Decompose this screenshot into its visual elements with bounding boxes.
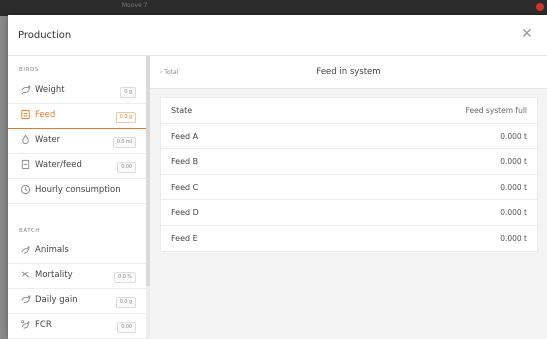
value-badge: 0.00 bbox=[117, 162, 136, 173]
table-header-row: State Feed system full bbox=[161, 98, 537, 124]
row-value: 0.000 t bbox=[500, 208, 527, 217]
value-badge: 0.00 bbox=[117, 322, 136, 333]
title-bar: Moove 7 bbox=[0, 0, 547, 16]
row-name: Feed C bbox=[171, 182, 199, 192]
row-value: 0.000 t bbox=[500, 182, 527, 192]
feed-table: State Feed system full Feed A 0.000 t Fe… bbox=[160, 97, 538, 252]
sidebar-item-water-feed[interactable]: Water/feed 0.00 bbox=[8, 154, 146, 179]
animals-icon bbox=[19, 244, 31, 259]
dialog-title: Production bbox=[18, 30, 72, 41]
sidebar-item-label: Mortality bbox=[35, 270, 73, 280]
production-dialog: Production ✕ BIRDS Weight 0 g Feed 0.0 g… bbox=[8, 15, 547, 339]
column-feed-system-full: Feed system full bbox=[465, 106, 527, 115]
row-value: 0.000 t bbox=[500, 157, 527, 166]
sidebar-item-label: Water/feed bbox=[35, 160, 82, 170]
sidebar-item-mortality[interactable]: Mortality 0.0 % bbox=[8, 264, 146, 289]
value-badge: 0.0 g bbox=[115, 297, 136, 308]
mortality-icon bbox=[19, 269, 31, 284]
sidebar-item-label: Daily gain bbox=[35, 295, 78, 305]
main-header: ‹ Total Feed in system bbox=[150, 56, 547, 89]
sidebar: BIRDS Weight 0 g Feed 0.0 g Water 0.0 ml bbox=[8, 56, 146, 339]
value-badge: 0 g bbox=[120, 87, 136, 98]
clock-icon bbox=[19, 184, 31, 199]
row-value: 0.000 t bbox=[500, 131, 527, 141]
section-label-batch: BATCH bbox=[19, 228, 41, 234]
value-badge: 0.0 g bbox=[115, 112, 136, 123]
sidebar-item-label: Weight bbox=[35, 85, 65, 95]
alert-dot-icon bbox=[536, 3, 544, 11]
table-row: Feed C 0.000 t bbox=[161, 175, 537, 200]
sidebar-item-label: Hourly consumption bbox=[35, 185, 121, 195]
row-name: Feed B bbox=[171, 157, 199, 166]
feed-icon bbox=[19, 109, 31, 124]
sidebar-item-label: Water bbox=[35, 135, 61, 145]
page-title: Feed in system bbox=[316, 67, 381, 77]
window-title: Moove 7 bbox=[122, 2, 148, 9]
daily-gain-icon bbox=[19, 294, 31, 309]
section-label-birds: BIRDS bbox=[19, 67, 39, 73]
table-row: Feed E 0.000 t bbox=[161, 226, 537, 252]
sidebar-item-daily-gain[interactable]: Daily gain 0.0 g bbox=[8, 289, 146, 314]
sidebar-item-weight[interactable]: Weight 0 g bbox=[8, 79, 146, 104]
water-drop-icon bbox=[19, 134, 31, 149]
table-row: Feed A 0.000 t bbox=[161, 124, 537, 149]
table-row: Feed D 0.000 t bbox=[161, 200, 537, 226]
row-value: 0.000 t bbox=[500, 233, 527, 243]
main-panel: ‹ Total Feed in system State Feed system… bbox=[150, 56, 547, 339]
sidebar-item-label: Animals bbox=[35, 245, 69, 255]
sidebar-item-label: FCR bbox=[35, 320, 52, 330]
table-row: Feed B 0.000 t bbox=[161, 149, 537, 175]
row-name: Feed D bbox=[171, 208, 199, 217]
value-badge: 0.0 % bbox=[114, 272, 136, 283]
dialog-header: Production ✕ bbox=[8, 15, 547, 56]
sidebar-item-feed[interactable]: Feed 0.0 g bbox=[8, 104, 146, 129]
sidebar-item-animals[interactable]: Animals bbox=[8, 239, 146, 264]
water-feed-icon bbox=[19, 159, 31, 174]
bird-icon bbox=[19, 84, 31, 99]
column-state: State bbox=[171, 106, 193, 115]
sidebar-item-fcr[interactable]: FCR 0.00 bbox=[8, 314, 146, 339]
value-badge: 0.0 ml bbox=[112, 137, 136, 148]
sidebar-item-hourly-consumption[interactable]: Hourly consumption bbox=[8, 179, 146, 204]
fcr-icon bbox=[19, 319, 31, 334]
sidebar-item-water[interactable]: Water 0.0 ml bbox=[8, 129, 146, 154]
row-name: Feed A bbox=[171, 131, 199, 141]
close-icon[interactable]: ✕ bbox=[521, 27, 533, 41]
sidebar-item-label: Feed bbox=[35, 110, 56, 120]
row-name: Feed E bbox=[171, 233, 198, 243]
